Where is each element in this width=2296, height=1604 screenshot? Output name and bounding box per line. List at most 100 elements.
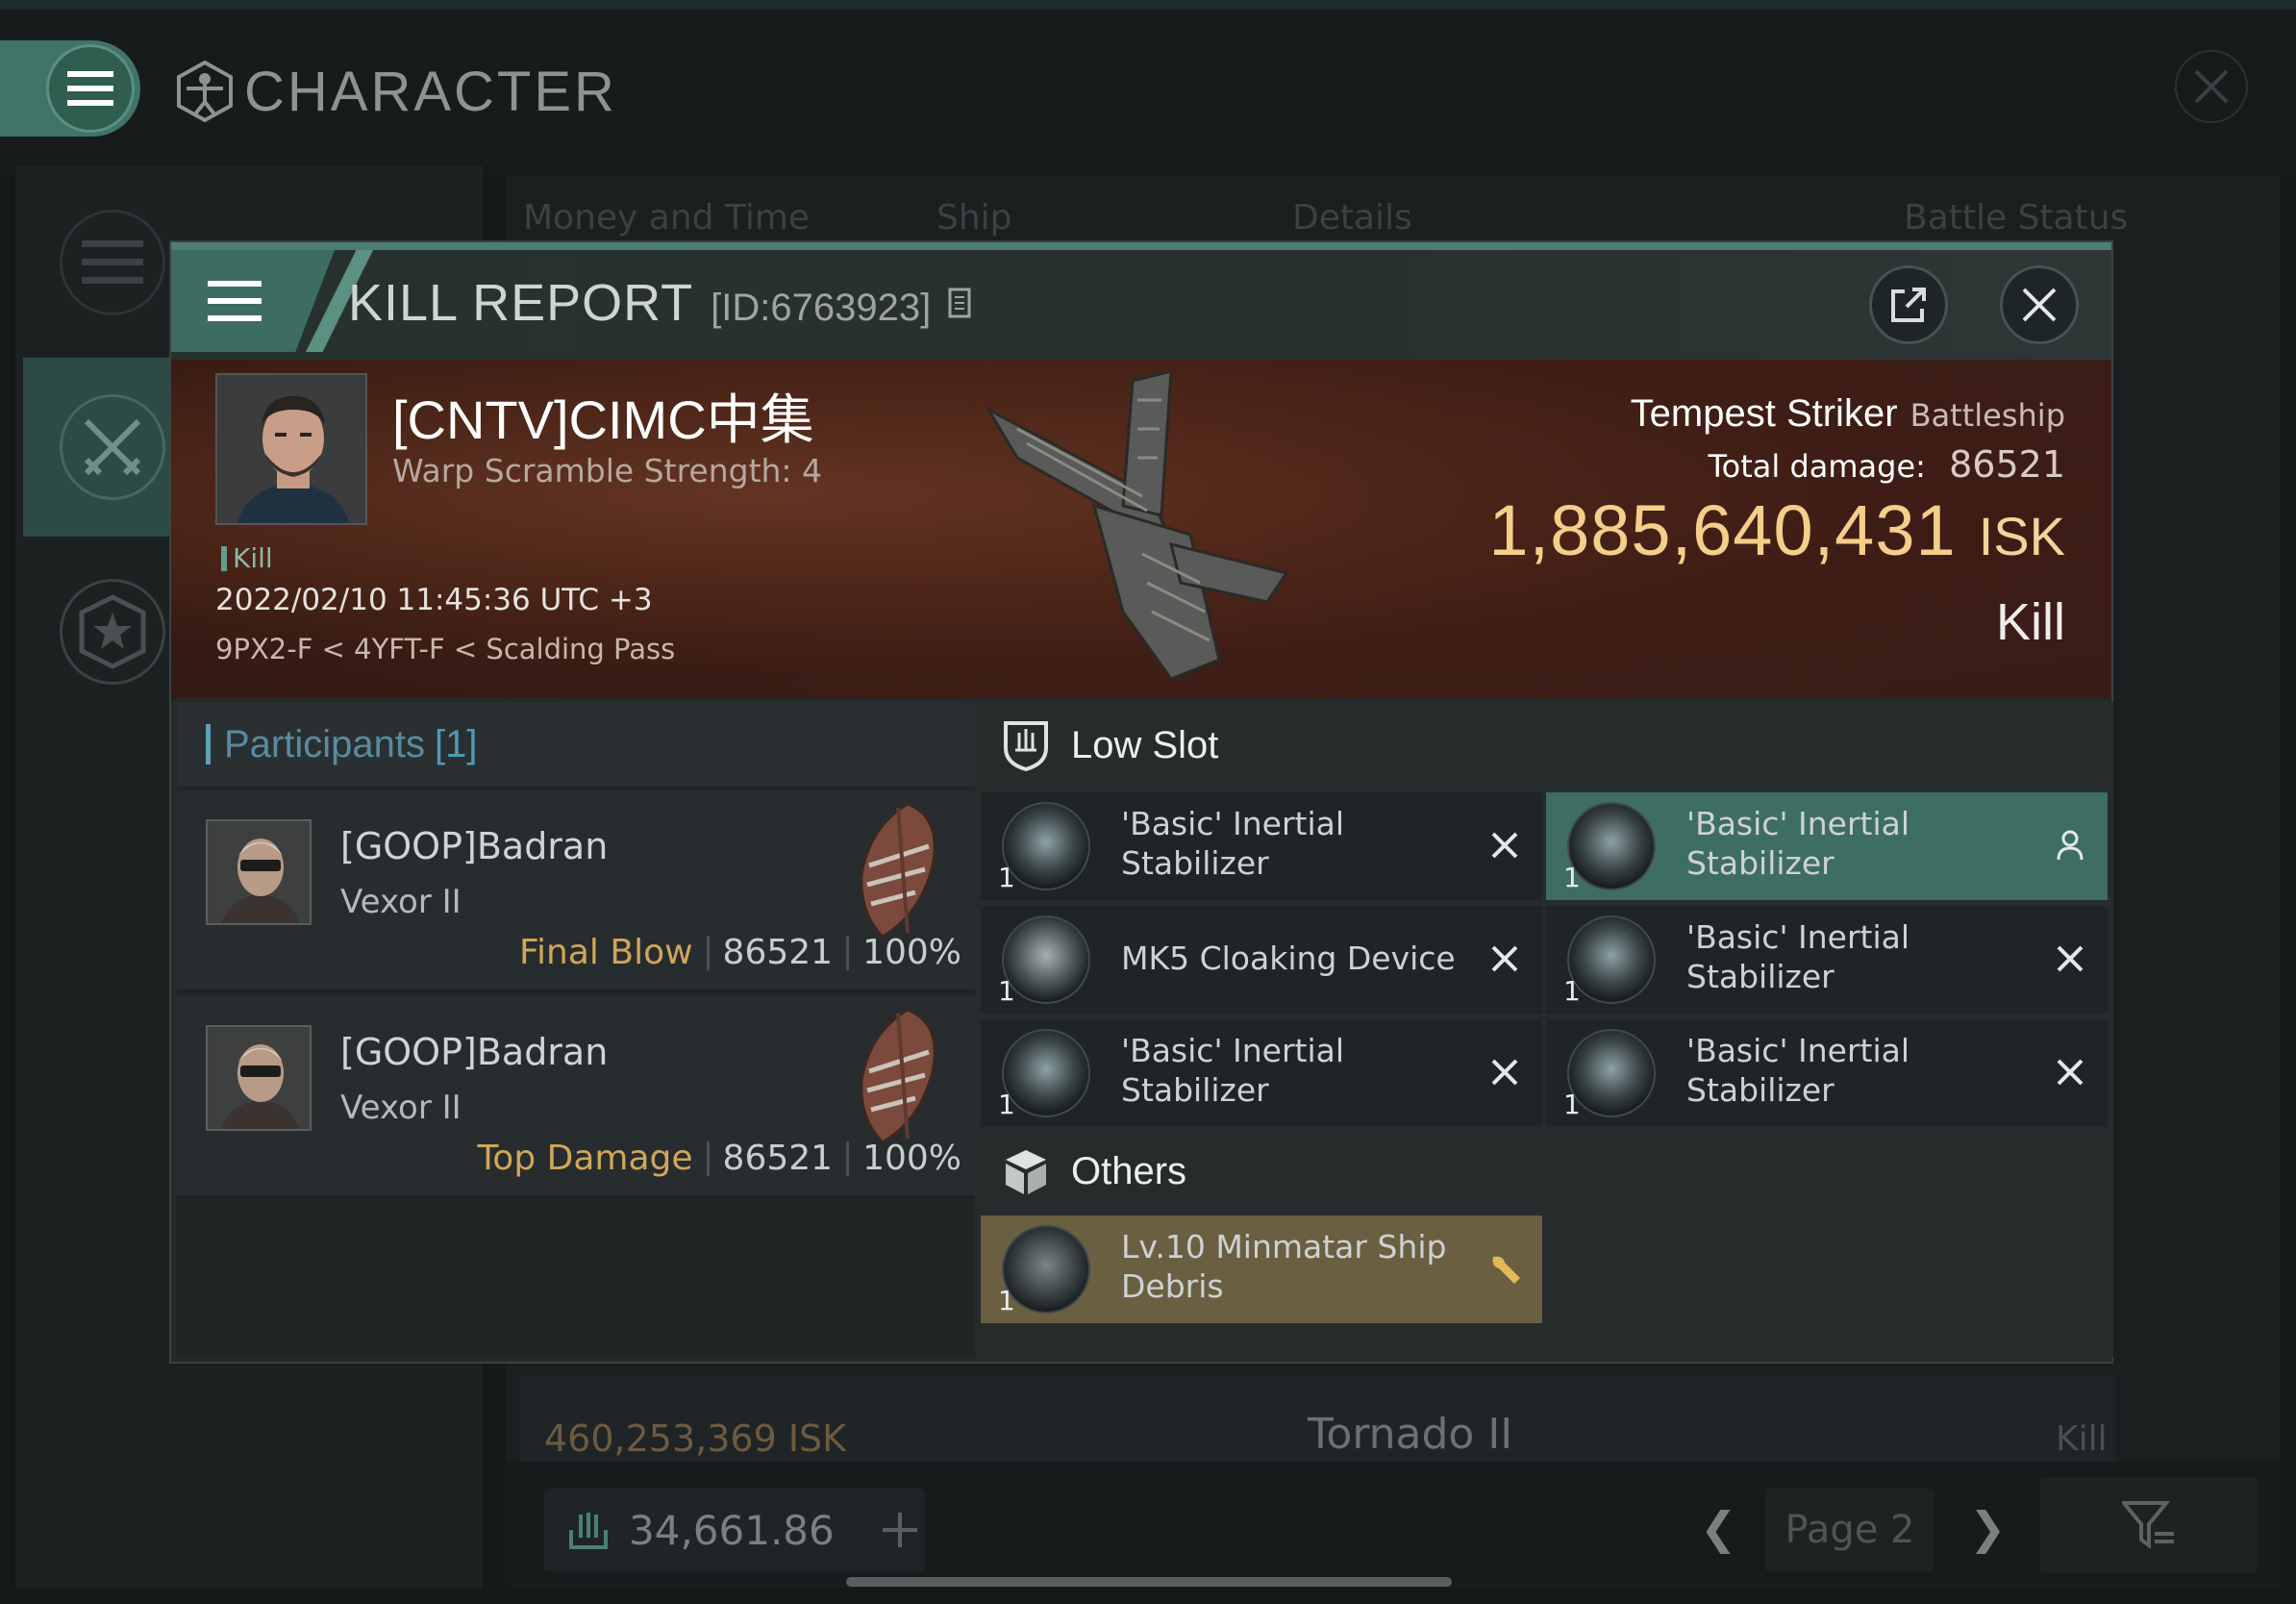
copy-icon[interactable]	[948, 288, 975, 320]
participant-name[interactable]: [GOOP]Badran	[340, 825, 608, 867]
app-title: CHARACTER	[173, 58, 617, 125]
item-quantity: 1	[998, 1285, 1015, 1316]
app-close-button[interactable]	[2175, 50, 2248, 123]
isk-value: 1,885,640,431	[1488, 490, 1957, 570]
dialog-close-button[interactable]	[2000, 265, 2079, 344]
item-quantity: 1	[1563, 1089, 1581, 1120]
participant-ship: Vexor II	[340, 883, 462, 921]
victim-banner: [CNTV]CIMC中集 Warp Scramble Strength: 4 K…	[171, 360, 2111, 698]
item-name: 'Basic' Inertial Stabilizer	[1686, 1032, 1910, 1109]
victim-subtitle: Warp Scramble Strength: 4	[392, 452, 823, 489]
sidebar-list-button[interactable]	[60, 210, 165, 315]
ship-class: Battleship	[1909, 397, 2065, 434]
participant-tag: Top Damage	[477, 1139, 693, 1178]
chevron-right-icon[interactable]: ❯	[1969, 1502, 2007, 1554]
close-icon	[2022, 288, 2057, 322]
participant-tag: Final Blow	[518, 933, 693, 972]
close-icon	[2194, 69, 2229, 104]
participant-ship-image	[860, 802, 936, 939]
person-icon	[2050, 825, 2090, 865]
others-label: Others	[1071, 1149, 1187, 1192]
fit-item[interactable]: 1 'Basic' Inertial Stabilizer	[981, 1019, 1542, 1127]
menu-icon	[208, 281, 262, 321]
tab-ship[interactable]: Ship	[936, 198, 1012, 238]
app-title-text: CHARACTER	[244, 60, 617, 123]
kill-report-dialog: KILL REPORT [ID:6763923] [CNTV]CIMC中集 Wa…	[169, 240, 2113, 1364]
participant-name[interactable]: [GOOP]Badran	[340, 1031, 608, 1073]
page-indicator: Page 2	[1765, 1489, 1934, 1571]
fit-item[interactable]: 1 'Basic' Inertial Stabilizer	[981, 792, 1542, 900]
kill-tag: Kill	[221, 542, 273, 574]
participant-percent: 100%	[862, 933, 961, 972]
item-name: 'Basic' Inertial Stabilizer	[1686, 918, 1910, 995]
participant-row[interactable]: [GOOP]Badran Vexor II Final Blow 86521 1…	[177, 790, 975, 992]
item-quantity: 1	[998, 975, 1015, 1007]
x-icon	[1485, 939, 1525, 979]
tab-money-and-time[interactable]: Money and Time	[523, 198, 810, 238]
participant-damage: 86521	[722, 933, 834, 972]
plus-icon[interactable]	[881, 1511, 919, 1549]
avatar[interactable]	[206, 819, 312, 925]
fit-item[interactable]: 1 Lv.10 Minmatar Ship Debris	[981, 1216, 1542, 1323]
box-icon	[1006, 1150, 1046, 1194]
chevron-left-icon[interactable]: ❮	[1700, 1502, 1737, 1554]
item-name: 'Basic' Inertial Stabilizer	[1121, 1032, 1345, 1109]
fit-item[interactable]: 1 'Basic' Inertial Stabilizer	[1546, 906, 2108, 1014]
item-quantity: 1	[1563, 975, 1581, 1007]
row-ship-name: Tornado II	[1308, 1410, 1513, 1459]
tab-battle-status[interactable]: Battle Status	[1904, 198, 2128, 238]
victim-portrait[interactable]	[215, 373, 367, 525]
report-id: [ID:6763923]	[711, 287, 932, 329]
row-status: Kill	[2056, 1419, 2108, 1459]
sidebar-star-button[interactable]	[60, 579, 165, 685]
battle-result: Kill	[1995, 593, 2065, 651]
others-header: Others	[1002, 1146, 1186, 1196]
participant-stats: Final Blow 86521 100%	[519, 933, 961, 972]
avatar[interactable]	[206, 1025, 312, 1131]
list-icon	[82, 240, 143, 284]
participants-count: [1]	[434, 722, 478, 765]
fitting-panel: Low Slot 1 'Basic' Inertial Stabilizer 1…	[975, 702, 2113, 1358]
sidebar-battle-button[interactable]	[60, 394, 165, 500]
wallet-widget[interactable]: 34,661.86	[544, 1489, 925, 1571]
menu-icon	[67, 71, 113, 106]
horizontal-scrollbar[interactable]	[846, 1577, 1452, 1587]
x-icon	[1485, 1052, 1525, 1092]
vitruvian-icon	[177, 60, 233, 123]
x-icon	[2050, 939, 2090, 979]
participant-ship-image	[860, 1008, 936, 1144]
fit-item[interactable]: 1 'Basic' Inertial Stabilizer	[1546, 1019, 2108, 1127]
wrench-icon	[1485, 1248, 1525, 1289]
fit-item[interactable]: 1 'Basic' Inertial Stabilizer	[1546, 792, 2108, 900]
victim-name[interactable]: [CNTV]CIMC中集	[392, 377, 814, 455]
shield-icon	[1004, 721, 1048, 771]
participant-percent: 100%	[862, 1139, 961, 1178]
low-slot-header: Low Slot	[1002, 719, 1218, 771]
wallet-balance: 34,661.86	[629, 1506, 835, 1554]
tab-details[interactable]: Details	[1292, 198, 1412, 238]
participants-label: Participants	[224, 722, 425, 765]
item-quantity: 1	[998, 862, 1015, 893]
item-name: Lv.10 Minmatar Ship Debris	[1121, 1228, 1447, 1305]
isk-icon	[569, 1513, 608, 1549]
ship-name[interactable]: Tempest Striker	[1631, 392, 1898, 435]
participants-header[interactable]: Participants [1]	[177, 702, 975, 787]
dialog-title-text: KILL REPORT	[348, 274, 694, 332]
filter-button[interactable]	[2040, 1477, 2258, 1573]
ship-summary: Tempest Striker Battleship Total damage:…	[1488, 392, 2065, 652]
item-quantity: 1	[1563, 862, 1581, 893]
item-quantity: 1	[998, 1089, 1015, 1120]
star-icon	[79, 594, 146, 669]
item-name: MK5 Cloaking Device	[1121, 940, 1456, 977]
share-button[interactable]	[1869, 265, 1948, 344]
dialog-title: KILL REPORT [ID:6763923]	[348, 273, 975, 333]
main-menu-button[interactable]	[0, 40, 140, 137]
swords-icon	[84, 418, 141, 476]
participant-ship: Vexor II	[340, 1089, 462, 1127]
row-isk-value: 460,253,369 ISK	[544, 1417, 847, 1460]
kill-location[interactable]: 9PX2-F < 4YFT-F < Scalding Pass	[215, 633, 675, 665]
fit-item[interactable]: 1 MK5 Cloaking Device	[981, 906, 1542, 1014]
low-slot-label: Low Slot	[1071, 723, 1219, 766]
filter-icon	[2122, 1501, 2174, 1549]
participant-row[interactable]: [GOOP]Badran Vexor II Top Damage 86521 1…	[177, 996, 975, 1198]
